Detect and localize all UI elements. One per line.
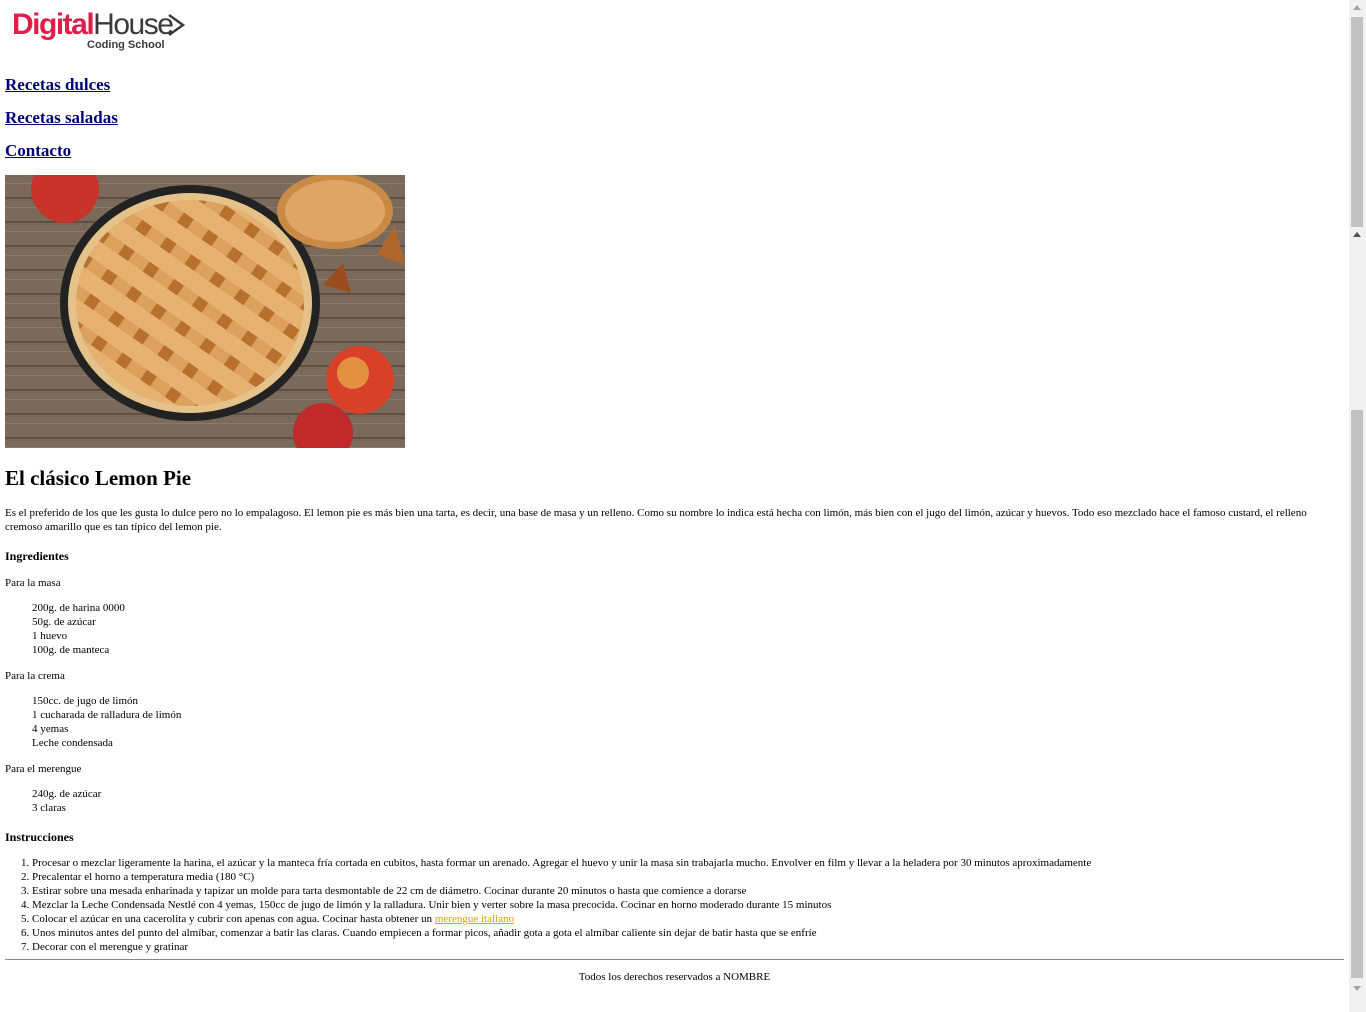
recipe-content: El clásico Lemon Pie Es el preferido de … (5, 464, 1344, 954)
instruction-step: Precalentar el horno a temperatura media… (32, 870, 1344, 884)
nav-link-recetas-dulces[interactable]: Recetas dulces (5, 74, 118, 107)
group-title-crema: Para la crema (5, 670, 65, 682)
group-title-merengue: Para el merengue (5, 763, 82, 775)
scrollbar-track-filled[interactable] (1351, 410, 1363, 978)
logo-subtitle: Coding School (87, 39, 165, 51)
list-item: 50g. de azúcar (32, 616, 96, 628)
list-item: 150cc. de jugo de limón (32, 695, 139, 707)
instruction-step: Procesar o mezclar ligeramente la harina… (32, 856, 1344, 870)
ingredients-heading: Ingredientes (5, 549, 69, 563)
recipe-title: El clásico Lemon Pie (5, 466, 192, 490)
merengue-italiano-link[interactable]: merengue italiano (435, 913, 514, 925)
instruction-step: Colocar el azúcar en una cacerolita y cu… (32, 912, 1344, 926)
footer-text: Todos los derechos reservados a NOMBRE (578, 971, 771, 983)
scroll-down-arrow-icon[interactable] (1353, 986, 1361, 991)
instruction-step: Decorar con el merengue y gratinar (32, 940, 1344, 954)
logo-wordmark: DigitalHouse (12, 8, 174, 42)
instructions-list: Procesar o mezclar ligeramente la harina… (5, 856, 1344, 954)
main-nav: Recetas dulces Recetas saladas Contacto (5, 74, 118, 173)
ingredients-list-crema: 150cc. de jugo de limón 1 cucharada de r… (5, 694, 1344, 750)
scrollbar-thumb[interactable] (1351, 17, 1363, 227)
ingredients-list-merengue: 240g. de azúcar 3 claras (5, 787, 1344, 815)
recipe-intro: Es el preferido de los que les gusta lo … (5, 507, 1307, 533)
list-item: 1 huevo (32, 630, 68, 642)
instruction-step: Mezclar la Leche Condensada Nestlé con 4… (32, 898, 1344, 912)
step-text: Colocar el azúcar en una cacerolita y cu… (32, 913, 433, 925)
list-item: Leche condensada (32, 737, 113, 749)
list-item: 200g. de harina 0000 (32, 602, 125, 614)
scroll-up-arrow-icon[interactable] (1353, 5, 1361, 10)
ingredients-list-masa: 200g. de harina 0000 50g. de azúcar 1 hu… (5, 601, 1344, 657)
instruction-step: Estirar sobre una mesada enharinada y ta… (32, 884, 1344, 898)
logo-part2: House (93, 8, 174, 41)
apple-pie-image (5, 175, 405, 448)
nav-link-recetas-saladas[interactable]: Recetas saladas (5, 107, 118, 140)
list-item: 240g. de azúcar (32, 788, 102, 800)
chevron-up-icon (1353, 232, 1361, 237)
instructions-heading: Instrucciones (5, 830, 74, 844)
logo-part1: Digital (12, 8, 95, 41)
footer-divider (5, 959, 1344, 960)
instruction-step: Unos minutos antes del punto del almíbar… (32, 926, 1344, 940)
chevron-right-icon (168, 13, 186, 37)
list-item: 100g. de manteca (32, 644, 110, 656)
list-item: 4 yemas (32, 723, 69, 735)
list-item: 3 claras (32, 802, 66, 814)
digitalhouse-logo[interactable]: DigitalHouse Coding School (12, 8, 187, 56)
vertical-scrollbar[interactable] (1349, 0, 1366, 1012)
list-item: 1 cucharada de ralladura de limón (32, 709, 182, 721)
group-title-masa: Para la masa (5, 577, 61, 589)
nav-link-contacto[interactable]: Contacto (5, 140, 118, 173)
